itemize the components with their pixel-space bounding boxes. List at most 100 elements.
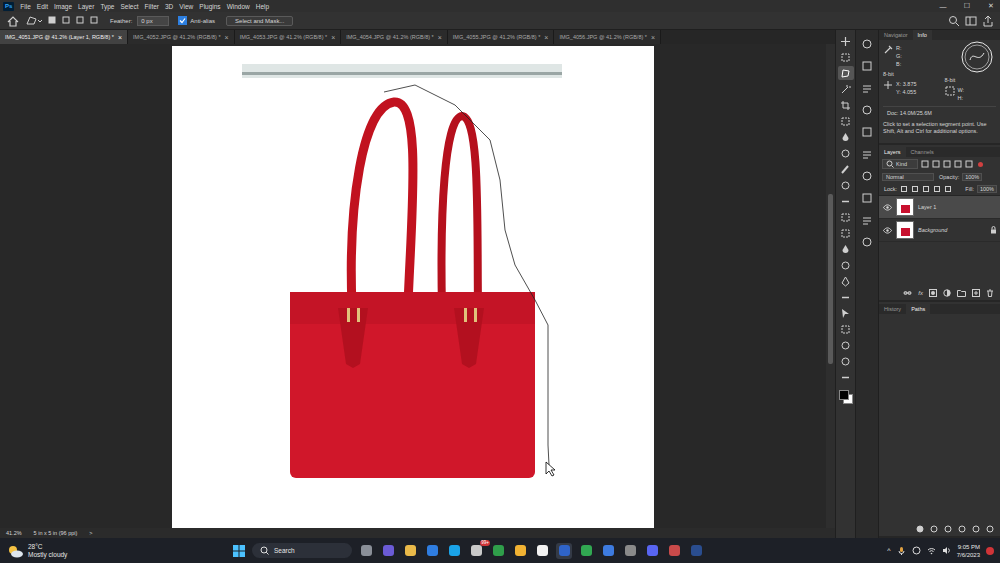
blend-mode-dropdown[interactable]: Normal <box>882 173 934 181</box>
panel-shortcut-icon[interactable] <box>861 38 873 50</box>
panel-shortcut-icon[interactable] <box>861 148 873 160</box>
layer-filter-icon[interactable] <box>943 160 951 168</box>
menu-item[interactable]: Image <box>54 3 72 10</box>
taskbar-app-icon[interactable] <box>578 543 594 559</box>
window-control[interactable]: — <box>934 3 952 10</box>
language-icon[interactable] <box>912 546 921 555</box>
visibility-toggle[interactable] <box>882 227 892 234</box>
path-action-icon[interactable] <box>986 525 994 533</box>
menu-item[interactable]: View <box>179 3 193 10</box>
fill-field[interactable]: 100% <box>977 185 997 193</box>
taskbar-app-icon[interactable] <box>424 543 440 559</box>
taskbar-app-icon[interactable] <box>556 543 572 559</box>
clock[interactable]: 9:05 PM 7/6/2023 <box>957 543 980 559</box>
path-action-icon[interactable] <box>958 525 966 533</box>
app-logo[interactable]: Ps <box>3 2 14 11</box>
document-canvas[interactable] <box>172 46 654 528</box>
menu-item[interactable]: Help <box>256 3 269 10</box>
panel-shortcut-icon[interactable] <box>861 60 873 72</box>
layer-style-button[interactable]: fx <box>918 290 923 296</box>
tool-button[interactable] <box>838 66 854 80</box>
taskbar-app-icon[interactable]: 99+ <box>468 543 484 559</box>
checkbox-box[interactable] <box>178 16 187 25</box>
folder-icon[interactable] <box>957 289 966 297</box>
tool-button[interactable] <box>838 178 854 192</box>
tab-close-button[interactable]: × <box>651 34 655 41</box>
tool-button[interactable] <box>838 322 854 336</box>
path-action-icon[interactable] <box>916 525 924 533</box>
layer-filter-icon[interactable] <box>954 160 962 168</box>
tool-button[interactable] <box>838 194 854 208</box>
share-icon[interactable] <box>982 15 994 27</box>
tab-close-button[interactable]: × <box>438 34 442 41</box>
tool-button[interactable] <box>838 290 854 304</box>
taskbar-app-icon[interactable] <box>600 543 616 559</box>
menu-item[interactable]: Select <box>120 3 138 10</box>
panel-shortcut-icon[interactable] <box>861 126 873 138</box>
trash-icon[interactable] <box>986 289 994 297</box>
menu-item[interactable]: File <box>20 3 30 10</box>
selection-mode-icon[interactable] <box>90 16 99 25</box>
visibility-toggle[interactable] <box>882 204 892 211</box>
taskbar-app-icon[interactable] <box>666 543 682 559</box>
panel-tab[interactable]: History <box>879 304 906 314</box>
layer-row[interactable]: Background <box>879 219 1000 242</box>
notification-icon[interactable] <box>986 547 994 555</box>
anti-alias-checkbox[interactable]: Anti-alias <box>178 16 215 25</box>
tool-button[interactable] <box>838 354 854 368</box>
tool-button[interactable] <box>838 306 854 320</box>
lock-option-icon[interactable] <box>944 185 952 193</box>
tab-close-button[interactable]: × <box>118 34 122 41</box>
lock-option-icon[interactable] <box>933 185 941 193</box>
mask-icon[interactable] <box>929 289 937 297</box>
window-control[interactable]: ☐ <box>958 2 976 10</box>
document-tab[interactable]: IMG_4056.JPG @ 41.2% (RGB/8) * × <box>554 30 661 44</box>
tray-expand-button[interactable]: ^ <box>887 547 890 554</box>
tool-button[interactable] <box>838 82 854 96</box>
tool-button[interactable] <box>838 50 854 64</box>
panel-shortcut-icon[interactable] <box>861 104 873 116</box>
tool-button[interactable] <box>838 242 854 256</box>
vertical-scrollbar[interactable] <box>826 44 835 528</box>
taskbar-app-icon[interactable] <box>622 543 638 559</box>
tool-button[interactable] <box>838 370 854 384</box>
workspace-icon[interactable] <box>965 15 977 27</box>
panel-tab[interactable]: Channels <box>906 147 939 157</box>
scroll-thumb[interactable] <box>828 194 833 364</box>
tool-button[interactable] <box>838 98 854 112</box>
foreground-color[interactable] <box>839 390 849 400</box>
panel-shortcut-icon[interactable] <box>861 82 873 94</box>
search-icon[interactable] <box>948 15 960 27</box>
menu-item[interactable]: Plugins <box>199 3 220 10</box>
document-tab[interactable]: IMG_4055.JPG @ 41.2% (RGB/8) * × <box>448 30 555 44</box>
home-icon[interactable] <box>6 15 20 27</box>
tool-button[interactable] <box>838 226 854 240</box>
tool-button[interactable] <box>838 258 854 272</box>
tool-button[interactable] <box>838 338 854 352</box>
lasso-preset-icon[interactable] <box>25 15 43 27</box>
document-tab[interactable]: IMG_4051.JPG @ 41.2% (Layer 1, RGB/8) * … <box>0 30 128 44</box>
tab-close-button[interactable]: × <box>225 34 229 41</box>
tool-button[interactable] <box>838 210 854 224</box>
tool-button[interactable] <box>838 34 854 48</box>
document-tab[interactable]: IMG_4054.JPG @ 41.2% (RGB/8) * × <box>341 30 448 44</box>
tool-button[interactable] <box>838 130 854 144</box>
adjustment-icon[interactable] <box>943 289 951 297</box>
menu-item[interactable]: Window <box>227 3 250 10</box>
selection-mode-icon[interactable] <box>62 16 71 25</box>
panel-shortcut-icon[interactable] <box>861 170 873 182</box>
selection-mode-icon[interactable] <box>48 16 57 25</box>
taskbar-app-icon[interactable] <box>688 543 704 559</box>
document-tab[interactable]: IMG_4053.JPG @ 41.2% (RGB/8) * × <box>235 30 342 44</box>
panel-tab[interactable]: Layers <box>879 147 906 157</box>
menu-item[interactable]: Filter <box>145 3 159 10</box>
layer-row[interactable]: Layer 1 <box>879 196 1000 219</box>
layer-filter-dropdown[interactable]: Kind <box>882 159 918 169</box>
tool-button[interactable] <box>838 162 854 176</box>
microphone-icon[interactable] <box>897 546 906 555</box>
canvas-viewport[interactable] <box>0 44 826 528</box>
feather-input[interactable]: 0 px <box>137 16 169 26</box>
tool-button[interactable] <box>838 146 854 160</box>
tab-close-button[interactable]: × <box>544 34 548 41</box>
volume-icon[interactable] <box>942 546 951 555</box>
